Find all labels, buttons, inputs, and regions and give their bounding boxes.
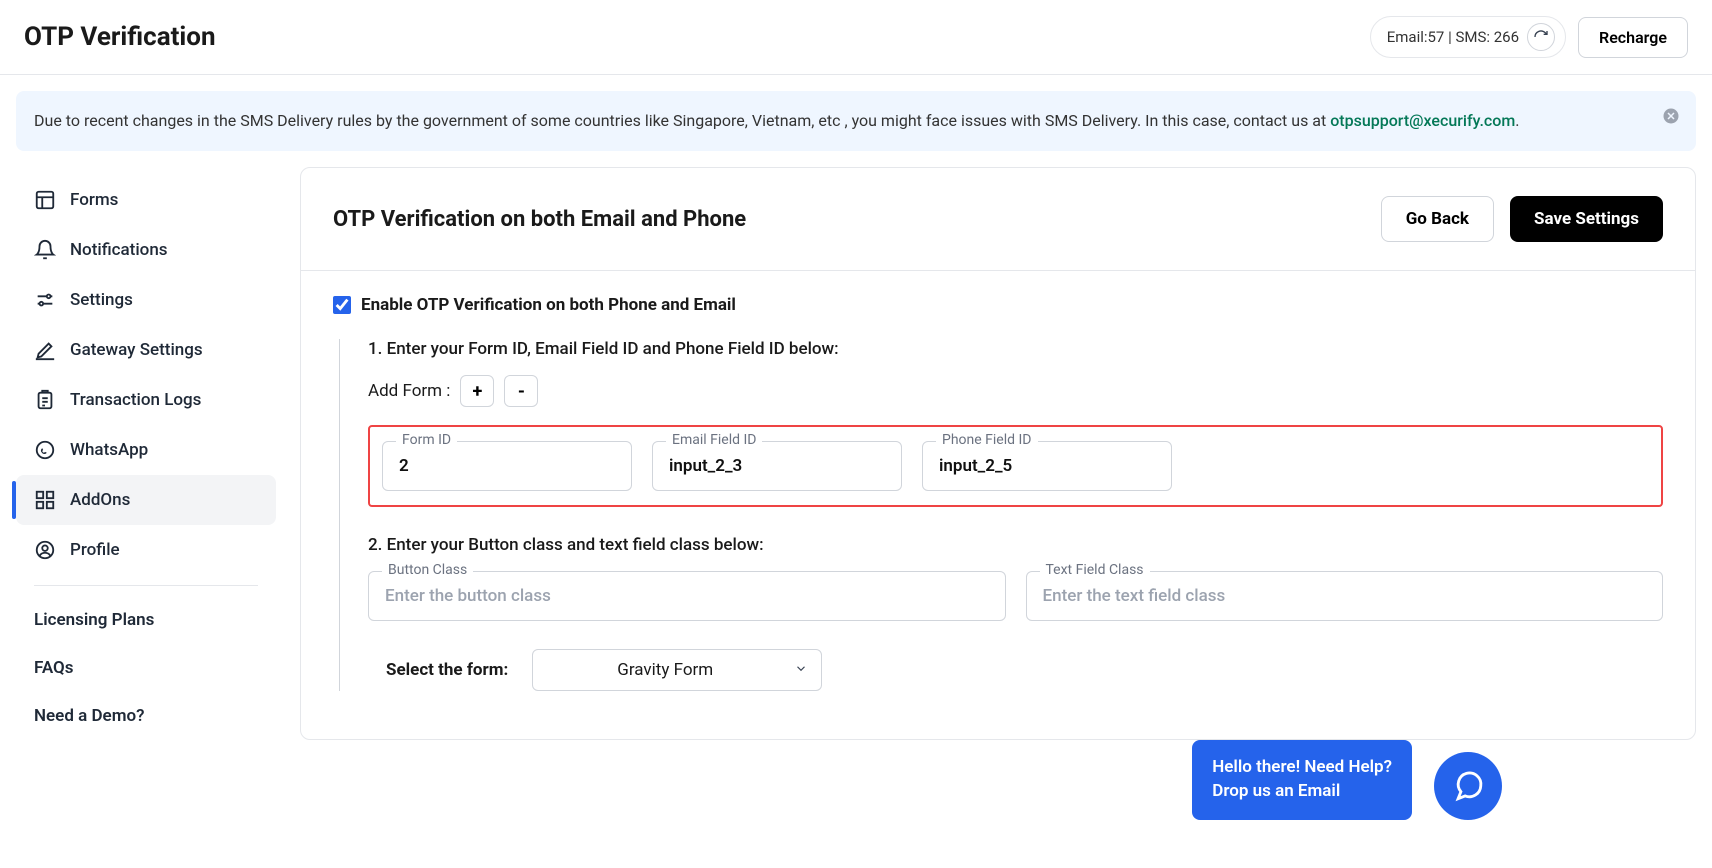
alert-close-button[interactable] <box>1662 107 1680 132</box>
text-class-wrap: Text Field Class <box>1026 571 1664 621</box>
email-id-field-wrap: Email Field ID <box>652 441 902 491</box>
go-back-button[interactable]: Go Back <box>1381 196 1494 242</box>
phone-id-label: Phone Field ID <box>936 432 1038 448</box>
page-title: OTP Verification <box>24 22 216 52</box>
sidebar-item-label: Gateway Settings <box>70 340 203 360</box>
text-field-class-input[interactable] <box>1026 571 1664 621</box>
email-field-id-input[interactable] <box>652 441 902 491</box>
sidebar-item-label: WhatsApp <box>70 440 148 460</box>
sidebar-item-profile[interactable]: Profile <box>16 525 276 575</box>
alert-suffix: . <box>1515 111 1519 130</box>
grid-icon <box>34 489 56 511</box>
form-ids-highlight: Form ID Email Field ID Phone Field ID <box>368 425 1663 507</box>
pen-icon <box>34 339 56 361</box>
add-form-label: Add Form : <box>368 381 450 401</box>
select-form-label: Select the form: <box>386 660 508 680</box>
quota-pill: Email:57 | SMS: 266 <box>1370 16 1566 58</box>
class-fields-row: Button Class Text Field Class <box>368 571 1663 621</box>
sidebar-divider <box>34 585 258 586</box>
sidebar-item-addons[interactable]: AddOns <box>16 475 276 525</box>
sidebar: Forms Notifications Settings Gateway Set… <box>16 167 276 740</box>
enable-label: Enable OTP Verification on both Phone an… <box>361 295 736 315</box>
add-form-row: Add Form : + - <box>368 375 1663 407</box>
sidebar-item-label: Forms <box>70 190 118 210</box>
recharge-button[interactable]: Recharge <box>1578 17 1688 58</box>
sliders-icon <box>34 289 56 311</box>
sidebar-item-forms[interactable]: Forms <box>16 175 276 225</box>
sidebar-item-logs[interactable]: Transaction Logs <box>16 375 276 425</box>
sidebar-item-label: Notifications <box>70 240 168 260</box>
main-title: OTP Verification on both Email and Phone <box>333 207 746 232</box>
page-header: OTP Verification Email:57 | SMS: 266 Rec… <box>0 0 1712 75</box>
add-form-plus-button[interactable]: + <box>460 375 494 407</box>
select-form-wrap: Gravity Form <box>532 649 822 691</box>
alert-email-link[interactable]: otpsupport@xecurify.com <box>1330 111 1515 130</box>
form-id-input[interactable] <box>382 441 632 491</box>
sidebar-item-settings[interactable]: Settings <box>16 275 276 325</box>
sidebar-link-licensing[interactable]: Licensing Plans <box>16 596 276 644</box>
button-class-label: Button Class <box>382 562 473 578</box>
sidebar-link-demo[interactable]: Need a Demo? <box>16 692 276 740</box>
sidebar-item-label: Profile <box>70 540 120 560</box>
enable-row: Enable OTP Verification on both Phone an… <box>333 295 1663 315</box>
header-actions: Email:57 | SMS: 266 Recharge <box>1370 16 1688 58</box>
layout-icon <box>34 189 56 211</box>
quota-text: Email:57 | SMS: 266 <box>1387 28 1519 46</box>
text-class-label: Text Field Class <box>1040 562 1150 578</box>
step1-title: 1. Enter your Form ID, Email Field ID an… <box>368 339 1663 359</box>
select-form-dropdown[interactable]: Gravity Form <box>532 649 822 691</box>
help-bubble[interactable]: Hello there! Need Help? Drop us an Email <box>1192 740 1412 820</box>
user-icon <box>34 539 56 561</box>
phone-id-field-wrap: Phone Field ID <box>922 441 1172 491</box>
info-alert: Due to recent changes in the SMS Deliver… <box>16 91 1696 151</box>
phone-field-id-input[interactable] <box>922 441 1172 491</box>
enable-checkbox[interactable] <box>333 296 351 314</box>
form-id-field-wrap: Form ID <box>382 441 632 491</box>
form-id-label: Form ID <box>396 432 457 448</box>
main-header: OTP Verification on both Email and Phone… <box>301 168 1695 271</box>
sidebar-item-notifications[interactable]: Notifications <box>16 225 276 275</box>
main-body: Enable OTP Verification on both Phone an… <box>301 271 1695 731</box>
chat-fab-button[interactable] <box>1434 752 1502 820</box>
clipboard-icon <box>34 389 56 411</box>
add-form-minus-button[interactable]: - <box>504 375 538 407</box>
bell-icon <box>34 239 56 261</box>
refresh-icon <box>1533 29 1549 45</box>
chat-icon <box>1451 769 1485 803</box>
help-line1: Hello there! Need Help? <box>1212 756 1392 780</box>
sidebar-item-label: Transaction Logs <box>70 390 201 410</box>
main-panel: OTP Verification on both Email and Phone… <box>300 167 1696 740</box>
sidebar-item-label: AddOns <box>70 490 130 510</box>
main-actions: Go Back Save Settings <box>1381 196 1663 242</box>
sidebar-item-gateway[interactable]: Gateway Settings <box>16 325 276 375</box>
alert-text: Due to recent changes in the SMS Deliver… <box>34 111 1330 130</box>
help-line2: Drop us an Email <box>1212 780 1392 804</box>
email-id-label: Email Field ID <box>666 432 762 448</box>
button-class-wrap: Button Class <box>368 571 1006 621</box>
sidebar-item-whatsapp[interactable]: WhatsApp <box>16 425 276 475</box>
button-class-input[interactable] <box>368 571 1006 621</box>
step2-title: 2. Enter your Button class and text fiel… <box>368 535 1663 555</box>
select-form-row: Select the form: Gravity Form <box>386 649 1663 691</box>
close-icon <box>1662 107 1680 125</box>
steps-container: 1. Enter your Form ID, Email Field ID an… <box>339 339 1663 691</box>
save-settings-button[interactable]: Save Settings <box>1510 196 1663 242</box>
sidebar-link-faqs[interactable]: FAQs <box>16 644 276 692</box>
refresh-button[interactable] <box>1527 23 1555 51</box>
whatsapp-icon <box>34 439 56 461</box>
sidebar-item-label: Settings <box>70 290 133 310</box>
